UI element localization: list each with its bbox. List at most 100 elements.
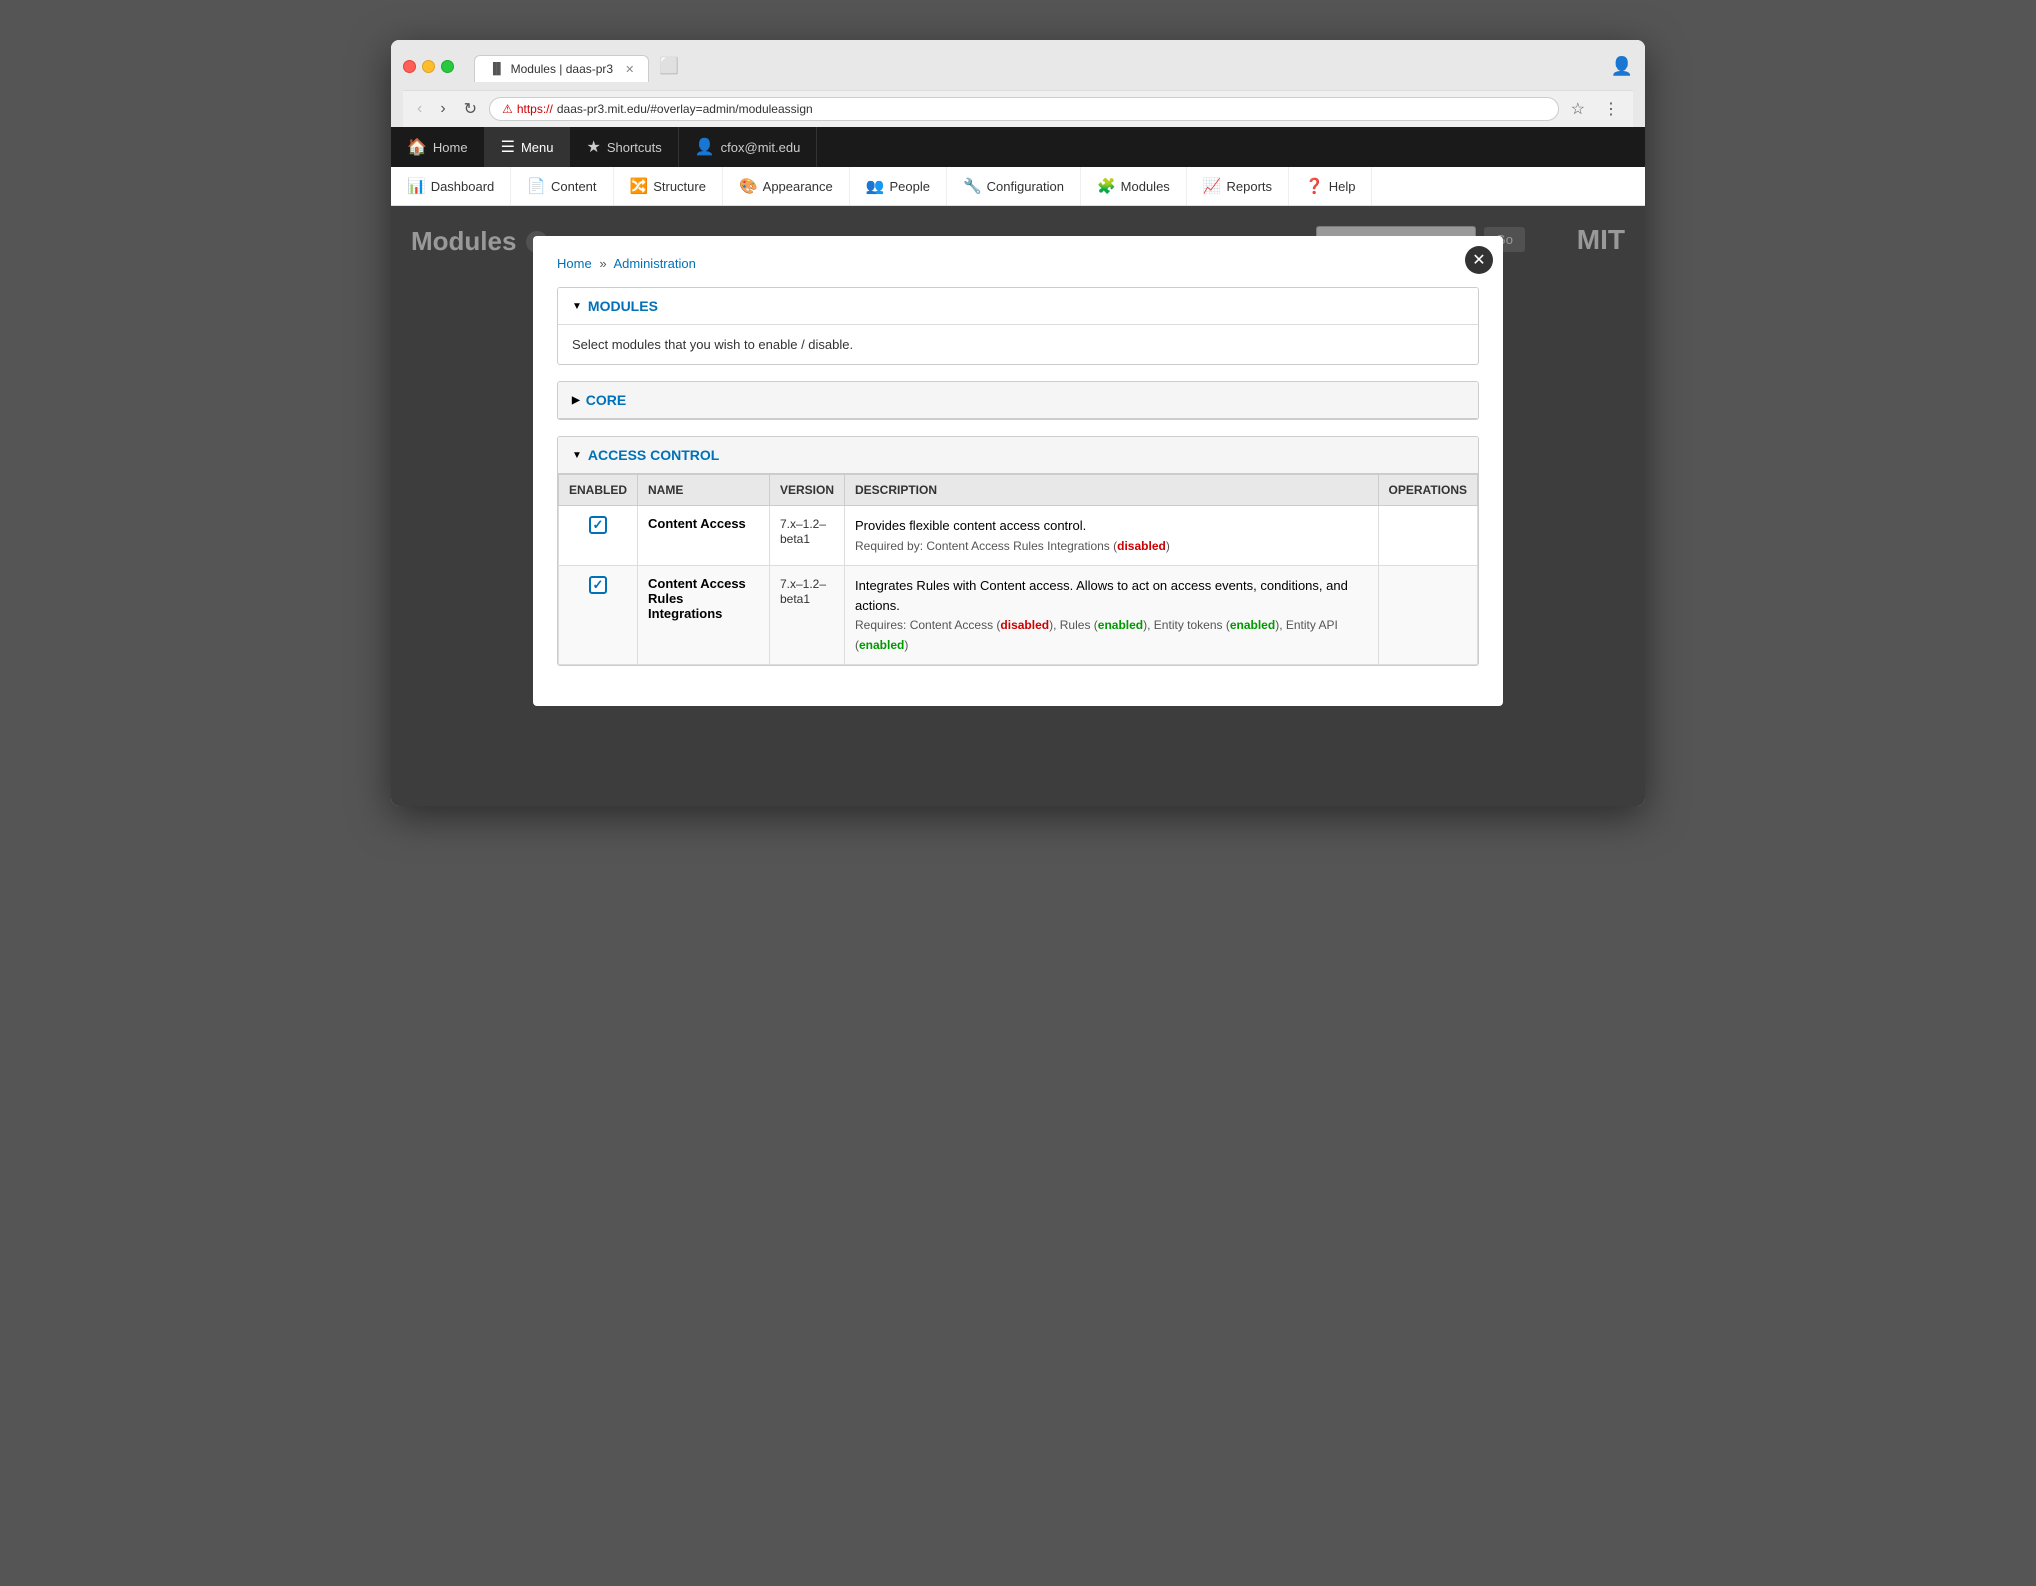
address-bar[interactable]: ⚠ https://daas-pr3.mit.edu/#overlay=admi… [489, 97, 1559, 121]
module-version-rules-integrations: 7.x–1.2–beta1 [780, 577, 826, 606]
table-row: Content Access 7.x–1.2–beta1 Provides fl… [559, 506, 1478, 566]
menubar-people-label: People [889, 179, 929, 194]
status-disabled-badge: disabled [1117, 539, 1166, 553]
version-cell-rules-integrations: 7.x–1.2–beta1 [769, 566, 844, 665]
navbar-user-label: cfox@mit.edu [721, 140, 801, 155]
tab-close-button[interactable]: ✕ [625, 63, 634, 76]
menubar-dashboard-label: Dashboard [431, 179, 495, 194]
navbar-shortcuts-label: Shortcuts [607, 140, 662, 155]
configuration-icon: 🔧 [963, 177, 982, 195]
dashboard-icon: 📊 [407, 177, 426, 195]
menu-icon: ☰ [501, 137, 515, 157]
modal-overlay: ✕ Home » Administration ▼ MODULES Select… [391, 206, 1645, 806]
appearance-icon: 🎨 [739, 177, 758, 195]
status-content-access: disabled [1000, 618, 1049, 632]
drupal-menubar: 📊 Dashboard 📄 Content 🔀 Structure 🎨 Appe… [391, 167, 1645, 206]
operations-cell-content-access [1378, 506, 1477, 566]
modules-section-header[interactable]: ▼ MODULES [558, 288, 1478, 325]
address-bar-row: ‹ › ↻ ⚠ https://daas-pr3.mit.edu/#overla… [403, 90, 1633, 127]
content-icon: 📄 [527, 177, 546, 195]
modules-icon: 🧩 [1097, 177, 1116, 195]
modal-close-button[interactable]: ✕ [1465, 246, 1493, 274]
module-name-rules-integrations: Content AccessRules Integrations [648, 576, 746, 621]
breadcrumb-admin-link[interactable]: Administration [613, 256, 695, 271]
menubar-appearance-label: Appearance [763, 179, 833, 194]
checkbox-content-access[interactable] [589, 516, 607, 534]
checkbox-rules-integrations[interactable] [589, 576, 607, 594]
modal-dialog: ✕ Home » Administration ▼ MODULES Select… [533, 236, 1503, 706]
home-icon: 🏠 [407, 137, 427, 157]
minimize-traffic-light[interactable] [422, 60, 435, 73]
drupal-admin-navbar: 🏠 Home ☰ Menu ★ Shortcuts 👤 cfox@mit.edu [391, 127, 1645, 167]
table-header-row: ENABLED NAME VERSION DESCRIPTION OPERATI… [559, 475, 1478, 506]
col-header-operations: OPERATIONS [1378, 475, 1477, 506]
menubar-item-reports[interactable]: 📈 Reports [1187, 167, 1289, 205]
navbar-item-shortcuts[interactable]: ★ Shortcuts [570, 127, 678, 167]
menubar-item-configuration[interactable]: 🔧 Configuration [947, 167, 1081, 205]
menubar-item-people[interactable]: 👥 People [850, 167, 947, 205]
reports-icon: 📈 [1203, 177, 1222, 195]
menubar-modules-label: Modules [1121, 179, 1170, 194]
menubar-configuration-label: Configuration [987, 179, 1064, 194]
traffic-lights [403, 60, 454, 73]
core-section-header[interactable]: ▶ CORE [558, 382, 1478, 419]
menubar-item-appearance[interactable]: 🎨 Appearance [723, 167, 850, 205]
browser-menu-button[interactable]: ⋮ [1597, 97, 1625, 121]
navbar-menu-label: Menu [521, 140, 554, 155]
star-icon: ★ [586, 137, 600, 157]
col-header-version: VERSION [769, 475, 844, 506]
menubar-item-structure[interactable]: 🔀 Structure [614, 167, 723, 205]
back-button[interactable]: ‹ [411, 98, 428, 120]
module-required-by-content-access: Required by: Content Access Rules Integr… [855, 539, 1170, 553]
people-icon: 👥 [866, 177, 885, 195]
breadcrumb-separator: » [599, 256, 606, 271]
access-control-section-header[interactable]: ▼ ACCESS CONTROL [558, 437, 1478, 474]
modules-section-description: Select modules that you wish to enable /… [558, 325, 1478, 364]
menubar-reports-label: Reports [1226, 179, 1272, 194]
module-description-content-access: Provides flexible content access control… [855, 518, 1086, 533]
module-version-content-access: 7.x–1.2–beta1 [780, 517, 826, 546]
menubar-item-modules[interactable]: 🧩 Modules [1081, 167, 1187, 205]
bookmark-button[interactable]: ☆ [1565, 97, 1591, 121]
user-icon: 👤 [695, 137, 715, 157]
forward-button[interactable]: › [434, 98, 451, 120]
access-control-triangle-icon: ▼ [572, 450, 582, 461]
enabled-cell-rules-integrations [559, 566, 638, 665]
new-tab-button[interactable]: ⬜ [649, 50, 689, 82]
menubar-content-label: Content [551, 179, 597, 194]
menubar-item-help[interactable]: ❓ Help [1289, 167, 1372, 205]
access-control-section-box: ▼ ACCESS CONTROL ENABLED NAME VERSION DE… [557, 436, 1479, 666]
help-icon: ❓ [1305, 177, 1324, 195]
module-requires-rules-integrations: Requires: Content Access (disabled), Rul… [855, 618, 1338, 652]
col-header-name: NAME [638, 475, 770, 506]
version-cell-content-access: 7.x–1.2–beta1 [769, 506, 844, 566]
col-header-description: DESCRIPTION [845, 475, 1379, 506]
browser-titlebar: ▐▌ Modules | daas-pr3 ✕ ⬜ 👤 ‹ › ↻ ⚠ http… [391, 40, 1645, 127]
maximize-traffic-light[interactable] [441, 60, 454, 73]
description-cell-content-access: Provides flexible content access control… [845, 506, 1379, 566]
name-cell-rules-integrations: Content AccessRules Integrations [638, 566, 770, 665]
breadcrumb: Home » Administration [557, 256, 1479, 271]
module-name-content-access: Content Access [648, 516, 746, 531]
status-rules: enabled [1098, 618, 1143, 632]
tab-title: Modules | daas-pr3 [511, 62, 614, 76]
active-tab[interactable]: ▐▌ Modules | daas-pr3 ✕ [474, 55, 649, 82]
breadcrumb-home-link[interactable]: Home [557, 256, 592, 271]
description-cell-rules-integrations: Integrates Rules with Content access. Al… [845, 566, 1379, 665]
table-row: Content AccessRules Integrations 7.x–1.2… [559, 566, 1478, 665]
navbar-item-user[interactable]: 👤 cfox@mit.edu [679, 127, 818, 167]
menubar-structure-label: Structure [653, 179, 706, 194]
tab-favicon: ▐▌ [489, 63, 505, 75]
status-entity-tokens: enabled [1230, 618, 1275, 632]
menubar-item-dashboard[interactable]: 📊 Dashboard [391, 167, 511, 205]
navbar-item-menu[interactable]: ☰ Menu [485, 127, 571, 167]
core-section-title: CORE [586, 392, 626, 408]
browser-window: ▐▌ Modules | daas-pr3 ✕ ⬜ 👤 ‹ › ↻ ⚠ http… [391, 40, 1645, 806]
menubar-item-content[interactable]: 📄 Content [511, 167, 613, 205]
url-https: https:// [517, 102, 553, 116]
page-background: Modules ⊕ Go MIT ✕ Home » Administration [391, 206, 1645, 806]
close-traffic-light[interactable] [403, 60, 416, 73]
navbar-item-home[interactable]: 🏠 Home [391, 127, 485, 167]
modules-section-title: MODULES [588, 298, 658, 314]
reload-button[interactable]: ↻ [458, 97, 483, 121]
